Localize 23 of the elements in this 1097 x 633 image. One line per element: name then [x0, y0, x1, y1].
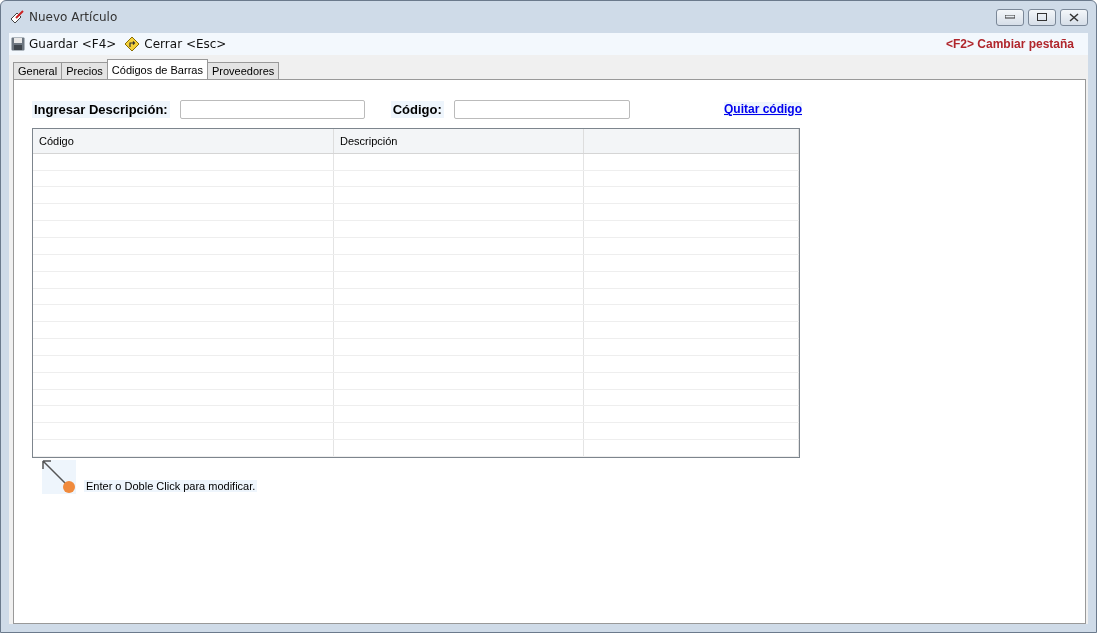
- close-button[interactable]: [1060, 8, 1088, 26]
- column-header[interactable]: Descripción: [334, 129, 584, 153]
- exit-sign-icon: [124, 36, 141, 52]
- tab[interactable]: Precios: [61, 62, 108, 79]
- maximize-button[interactable]: [1028, 8, 1056, 26]
- maximize-icon: [1037, 13, 1047, 21]
- pencil-notepad-icon: [9, 9, 25, 25]
- window-title: Nuevo Artículo: [29, 10, 118, 24]
- minimize-icon: [1005, 15, 1015, 19]
- tab[interactable]: General: [13, 62, 63, 79]
- column-header[interactable]: Código: [33, 129, 334, 153]
- tab[interactable]: Proveedores: [206, 62, 280, 79]
- description-label: Ingresar Descripción:: [32, 100, 170, 118]
- shortcut-hint: <F2> Cambiar pestaña: [945, 37, 1074, 51]
- code-label: Código:: [390, 100, 444, 118]
- code-field[interactable]: [453, 99, 630, 119]
- close-button[interactable]: Cerrar <Esc>: [124, 36, 227, 52]
- tab[interactable]: Códigos de Barras: [106, 59, 208, 79]
- remove-code-link[interactable]: Quitar código: [724, 102, 802, 116]
- save-button[interactable]: Guardar <F4>: [11, 37, 117, 51]
- footer-hint: Enter o Doble Click para modificar.: [84, 480, 258, 492]
- close-icon: [1069, 12, 1079, 22]
- description-field[interactable]: [179, 99, 365, 119]
